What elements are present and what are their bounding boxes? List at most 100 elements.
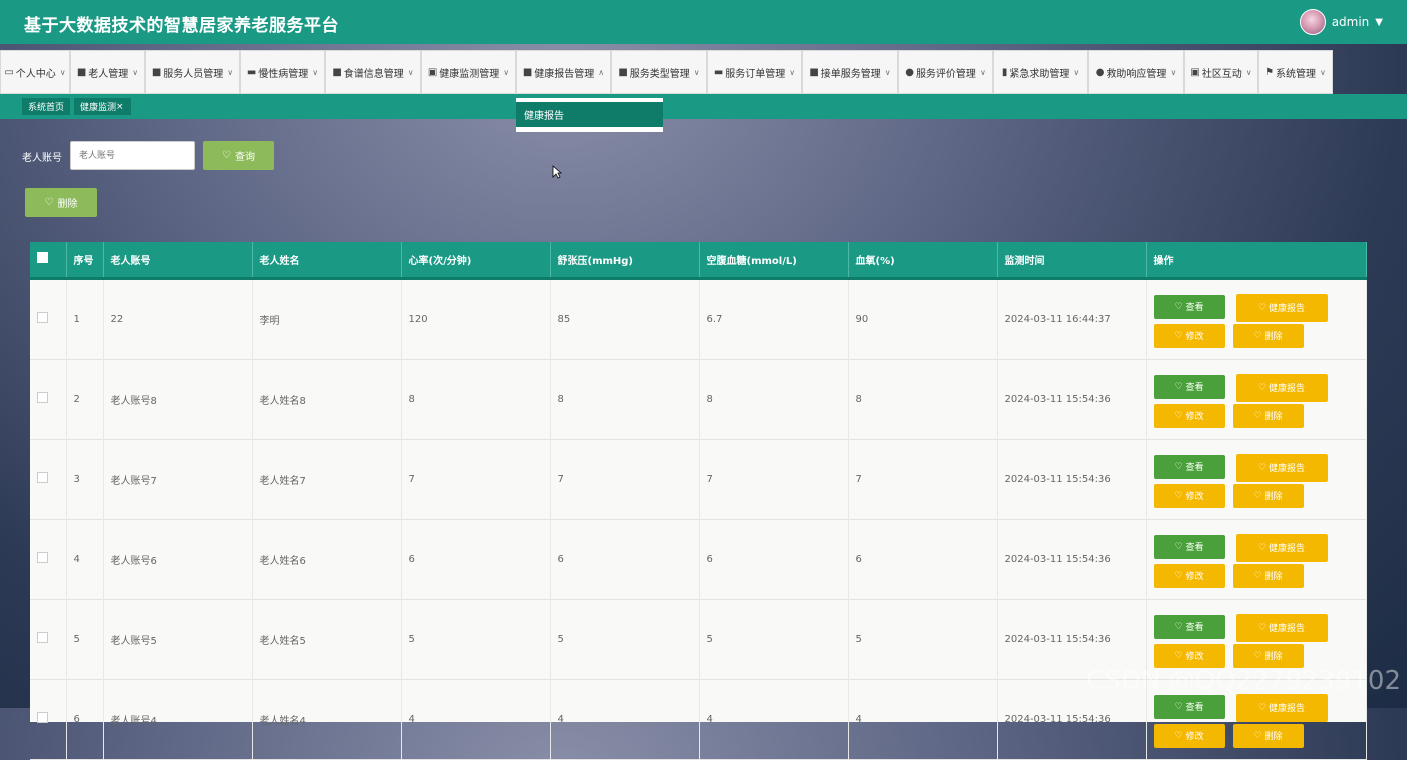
delete-button[interactable]: ♡ 删除 — [25, 188, 97, 217]
report-label: 健康报告 — [1269, 304, 1306, 314]
health-report-button[interactable]: ♡ 健康报告 — [1235, 453, 1328, 482]
nav-item-system[interactable]: ⚑ 系统管理 ∨ — [1258, 50, 1333, 94]
nav-item-recipe-info[interactable]: ■ 食谱信息管理 ∨ — [325, 50, 421, 94]
health-report-button[interactable]: ♡ 健康报告 — [1235, 293, 1328, 322]
nav-label: 健康报告管理 — [534, 68, 595, 80]
cell-sugar: 4 — [699, 679, 849, 759]
report-label: 健康报告 — [1269, 464, 1306, 474]
cell-sugar: 8 — [699, 359, 849, 439]
row-delete-button[interactable]: ♡ 删除 — [1232, 563, 1304, 588]
row-checkbox[interactable] — [30, 519, 67, 599]
row-delete-button[interactable]: ♡ 删除 — [1232, 323, 1304, 348]
column-header: 心率(次/分钟) — [401, 242, 551, 280]
row-delete-button[interactable]: ♡ 删除 — [1232, 643, 1304, 668]
grid-icon: ■ — [809, 66, 819, 78]
nav-item-emergency-help[interactable]: ▮ 紧急求助管理 ∨ — [993, 50, 1088, 94]
delete-label: 删除 — [1264, 652, 1283, 662]
tab-health-monitor[interactable]: 健康监测 × — [74, 98, 131, 115]
caret-down-icon[interactable]: ▼ — [1375, 17, 1383, 28]
row-delete-button[interactable]: ♡ 删除 — [1232, 723, 1304, 748]
heart-icon: ♡ — [1174, 330, 1183, 341]
view-button[interactable]: ♡ 查看 — [1153, 454, 1225, 479]
nav-item-community[interactable]: ▣ 社区互动 ∨ — [1184, 50, 1258, 94]
cell-no: 5 — [66, 599, 104, 679]
heart-icon: ♡ — [1174, 410, 1183, 421]
cell-pressure: 4 — [550, 679, 700, 759]
view-button[interactable]: ♡ 查看 — [1153, 614, 1225, 639]
username[interactable]: admin — [1332, 15, 1370, 29]
grid-icon: ■ — [618, 66, 628, 78]
heart-icon: ♡ — [1253, 650, 1262, 661]
cell-oxygen: 5 — [848, 599, 998, 679]
column-header: 序号 — [66, 242, 104, 280]
user-menu[interactable]: admin ▼ — [1299, 9, 1383, 35]
table-row: 3 老人账号7 老人姓名7 7 7 7 7 2024-03-11 15:54:36 ♡ 查看 ♡ 健康… — [30, 439, 1367, 519]
edit-button[interactable]: ♡ 修改 — [1153, 723, 1225, 748]
nav-item-health-report[interactable]: ■ 健康报告管理 ∧ — [516, 50, 611, 94]
query-button[interactable]: ♡ 查询 — [203, 141, 274, 170]
cell-name: 老人姓名5 — [252, 599, 402, 679]
heart-icon: ♡ — [1253, 410, 1262, 421]
dropdown-item-health-report[interactable]: 健康报告 — [516, 102, 663, 127]
cell-no: 4 — [66, 519, 104, 599]
row-checkbox[interactable] — [30, 679, 67, 759]
edit-button[interactable]: ♡ 修改 — [1153, 563, 1225, 588]
nav-item-service-review[interactable]: ● 服务评价管理 ∨ — [898, 50, 993, 94]
nav-label: 系统管理 — [1276, 68, 1317, 80]
health-report-dropdown: 健康报告 — [516, 98, 663, 132]
nav-label: 接单服务管理 — [820, 68, 881, 80]
health-report-button[interactable]: ♡ 健康报告 — [1235, 613, 1328, 642]
watermark: CSDN @QQ2279239102 — [1086, 666, 1401, 696]
nav-item-personal-center[interactable]: ▭ 个人中心 ∨ — [0, 50, 70, 94]
nav-label: 个人中心 — [15, 68, 56, 80]
edit-button[interactable]: ♡ 修改 — [1153, 323, 1225, 348]
main-nav: ▭ 个人中心 ∨ ■ 老人管理 ∨ ■ 服务人员管理 ∨ ▬ 慢性病管理 ∨ ■… — [0, 44, 1407, 94]
column-header: 血氧(%) — [848, 242, 998, 280]
nav-item-chronic-disease[interactable]: ▬ 慢性病管理 ∨ — [240, 50, 325, 94]
query-label: 查询 — [234, 152, 255, 163]
nav-item-staff-manage[interactable]: ■ 服务人员管理 ∨ — [145, 50, 240, 94]
grid-icon: ■ — [76, 66, 87, 78]
nav-item-service-order[interactable]: ▬ 服务订单管理 ∨ — [707, 50, 802, 94]
avatar[interactable] — [1299, 9, 1326, 35]
heart-icon: ♡ — [1174, 730, 1183, 741]
row-delete-button[interactable]: ♡ 删除 — [1232, 483, 1304, 508]
edit-label: 修改 — [1185, 492, 1204, 502]
nav-item-elder-manage[interactable]: ■ 老人管理 ∨ — [70, 50, 145, 94]
chevron-down-icon: ∨ — [407, 67, 414, 77]
table-row: 4 老人账号6 老人姓名6 6 6 6 6 2024-03-11 15:54:36 ♡ 查看 ♡ 健康… — [30, 519, 1367, 599]
nav-item-health-monitor[interactable]: ▣ 健康监测管理 ∨ — [421, 50, 516, 94]
health-report-button[interactable]: ♡ 健康报告 — [1235, 533, 1328, 562]
row-delete-button[interactable]: ♡ 删除 — [1232, 403, 1304, 428]
view-button[interactable]: ♡ 查看 — [1153, 534, 1225, 559]
row-checkbox[interactable] — [30, 278, 67, 359]
nav-label: 服务订单管理 — [725, 68, 786, 80]
view-button[interactable]: ♡ 查看 — [1153, 374, 1225, 399]
search-input[interactable] — [70, 141, 195, 170]
chevron-down-icon: ∨ — [59, 67, 66, 77]
chevron-up-icon: ∧ — [598, 67, 605, 77]
nav-label: 服务人员管理 — [163, 68, 224, 80]
select-all-checkbox[interactable] — [30, 242, 67, 280]
edit-button[interactable]: ♡ 修改 — [1153, 483, 1225, 508]
edit-button[interactable]: ♡ 修改 — [1153, 643, 1225, 668]
nav-item-accept-service[interactable]: ■ 接单服务管理 ∨ — [802, 50, 898, 94]
tab-home[interactable]: 系统首页 — [22, 98, 70, 115]
edit-button[interactable]: ♡ 修改 — [1153, 403, 1225, 428]
nav-item-rescue-response[interactable]: ● 救助响应管理 ∨ — [1088, 50, 1184, 94]
view-button[interactable]: ♡ 查看 — [1153, 294, 1225, 319]
delete-label: 删除 — [1264, 732, 1283, 742]
view-button[interactable]: ♡ 查看 — [1153, 694, 1225, 719]
row-checkbox[interactable] — [30, 359, 67, 439]
cell-sugar: 6 — [699, 519, 849, 599]
health-report-button[interactable]: ♡ 健康报告 — [1235, 373, 1328, 402]
report-label: 健康报告 — [1269, 544, 1306, 554]
nav-label: 服务类型管理 — [629, 68, 690, 80]
heart-icon: ♡ — [1174, 461, 1183, 472]
window-icon: ▭ — [4, 66, 14, 78]
cell-heart: 5 — [401, 599, 551, 679]
close-icon[interactable]: × — [116, 102, 124, 112]
row-checkbox[interactable] — [30, 599, 67, 679]
nav-item-service-type[interactable]: ■ 服务类型管理 ∨ — [611, 50, 707, 94]
row-checkbox[interactable] — [30, 439, 67, 519]
